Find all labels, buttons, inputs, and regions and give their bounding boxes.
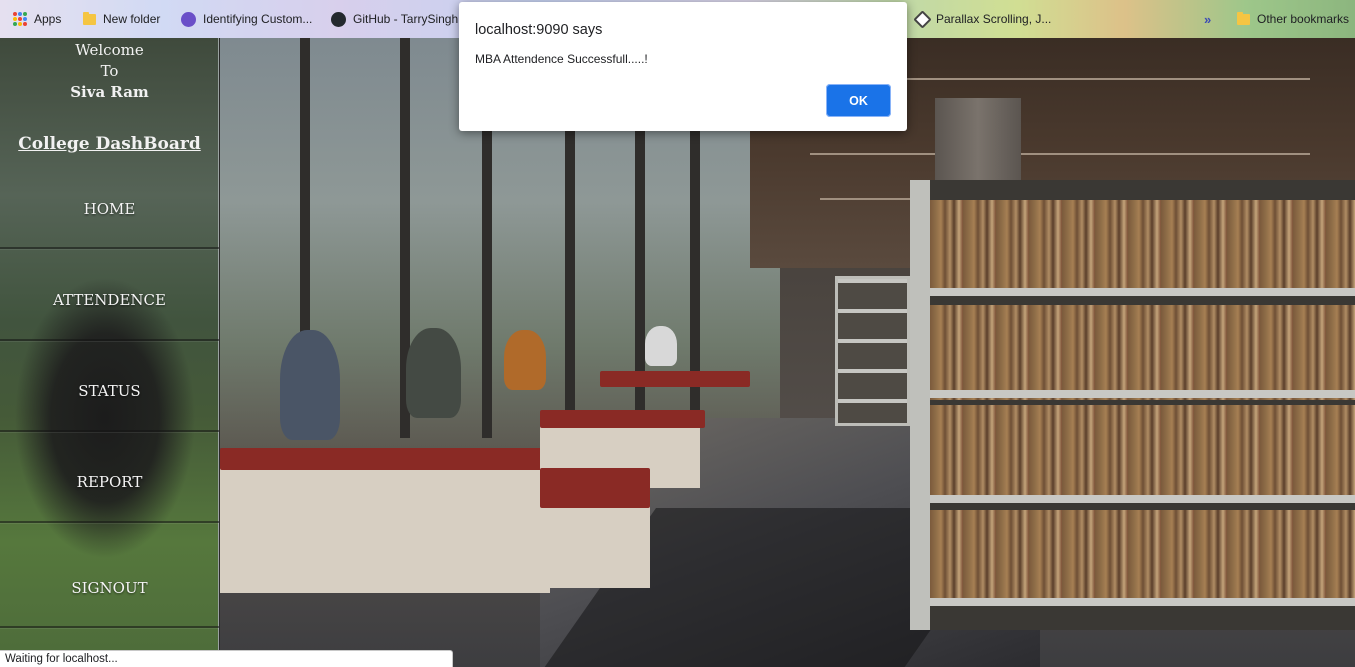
- sidebar: Welcome To Siva Ram College DashBoard HO…: [0, 38, 219, 667]
- student-figure: [504, 330, 546, 390]
- book-shelf: [930, 405, 1355, 500]
- bookmark-label: Other bookmarks: [1257, 12, 1350, 26]
- bookmark-label: Apps: [34, 12, 62, 26]
- nav-item-attendence[interactable]: ATTENDENCE: [0, 291, 219, 309]
- sofa-cushion: [220, 448, 550, 470]
- site-icon: [181, 11, 196, 27]
- nav-item-report[interactable]: REPORT: [0, 473, 219, 491]
- github-icon: [331, 11, 346, 27]
- dialog-title: localhost:9090 says: [475, 22, 603, 38]
- shelf-board: [930, 390, 1355, 398]
- bookmark-github[interactable]: GitHub - TarrySingh: [331, 0, 458, 38]
- nav-item-status[interactable]: STATUS: [0, 382, 219, 400]
- sofa-base: [220, 458, 550, 593]
- bookmark-label: Parallax Scrolling, J...: [936, 12, 1052, 26]
- shelf-board: [930, 598, 1355, 606]
- ok-button[interactable]: OK: [826, 84, 891, 117]
- nav-item-home[interactable]: HOME: [0, 200, 219, 218]
- bookmark-other-bookmarks[interactable]: Other bookmarks: [1237, 0, 1349, 38]
- bookmark-label: New folder: [103, 12, 161, 26]
- sofa-cushion: [600, 371, 750, 387]
- sofa-cushion: [540, 468, 650, 508]
- bookmark-label: Identifying Custom...: [203, 12, 313, 26]
- chevron-right-icon: »: [1204, 11, 1212, 27]
- shelf-board: [930, 495, 1355, 503]
- bookmark-new-folder[interactable]: New folder: [83, 0, 160, 38]
- welcome-line: To: [100, 62, 119, 80]
- welcome-message: Welcome To Siva Ram: [0, 40, 219, 103]
- nav-divider: [0, 339, 219, 341]
- nav-divider: [0, 430, 219, 432]
- bookcase: [910, 180, 1355, 630]
- student-figure: [406, 328, 461, 418]
- alert-dialog: localhost:9090 says MBA Attendence Succe…: [459, 2, 907, 131]
- sofa-cushion: [540, 410, 705, 428]
- dialog-message: MBA Attendence Successfull.....!: [475, 52, 648, 66]
- small-bookcase: [835, 276, 910, 426]
- student-figure: [280, 330, 340, 440]
- dashboard-title[interactable]: College DashBoard: [0, 134, 219, 154]
- folder-icon: [83, 11, 96, 25]
- site-icon: [913, 9, 932, 29]
- apps-grid-icon: [13, 12, 27, 26]
- bookmark-apps[interactable]: Apps: [13, 0, 61, 38]
- book-shelf: [930, 305, 1355, 400]
- book-shelf: [930, 200, 1355, 295]
- nav-divider: [0, 626, 219, 628]
- ceiling-light: [810, 153, 1310, 155]
- welcome-line: Welcome: [75, 41, 144, 59]
- bookmarks-overflow-button[interactable]: »: [1204, 0, 1211, 38]
- browser-status-bar: Waiting for localhost...: [0, 650, 453, 667]
- bookmark-parallax-scrolling[interactable]: Parallax Scrolling, J...: [913, 0, 1052, 38]
- user-name: Siva Ram: [70, 83, 149, 101]
- folder-icon: [1237, 11, 1250, 25]
- nav-item-signout[interactable]: SIGNOUT: [0, 579, 219, 597]
- bookmark-label: GitHub - TarrySingh: [353, 12, 459, 26]
- nav-divider: [0, 521, 219, 523]
- shelf-board: [930, 288, 1355, 296]
- student-figure: [645, 326, 677, 366]
- library-background-image: [220, 38, 1355, 667]
- book-shelf: [930, 510, 1355, 605]
- nav-divider: [0, 247, 219, 249]
- bookmark-identifying-custom[interactable]: Identifying Custom...: [181, 0, 312, 38]
